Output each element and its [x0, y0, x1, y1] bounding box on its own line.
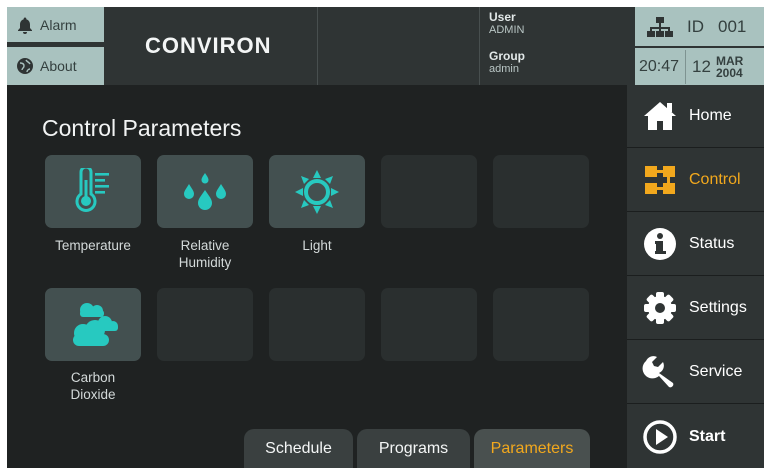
nav-home[interactable]: Home: [627, 85, 764, 148]
logo-text: CONVIRON: [145, 33, 272, 58]
tab-parameters[interactable]: Parameters: [474, 429, 590, 468]
nav-home-label: Home: [689, 107, 732, 124]
empty-tile: [381, 288, 477, 361]
relative-humidity-tile[interactable]: [157, 155, 253, 228]
nav-settings[interactable]: Settings: [627, 277, 764, 340]
nav-control-label: Control: [689, 171, 741, 188]
about-label: About: [40, 58, 77, 74]
gear-icon: [641, 289, 679, 327]
app-frame: Alarm About CONVIRON User ADMIN Group ad…: [7, 7, 764, 468]
light-label: Light: [302, 238, 332, 253]
light-tile[interactable]: [269, 155, 365, 228]
empty-tile: [381, 155, 477, 228]
thermometer-icon: [75, 167, 109, 212]
id-value: 001: [718, 16, 747, 36]
nav-start[interactable]: Start: [627, 405, 764, 468]
alarm-label: Alarm: [40, 16, 77, 33]
date-month: MAR: [715, 53, 744, 68]
carbon-dioxide-label: Carbon Dioxide: [70, 370, 116, 402]
empty-tile: [493, 155, 589, 228]
tab-schedule[interactable]: Schedule: [244, 429, 353, 468]
sun-icon: [295, 169, 339, 214]
temperature-label: Temperature: [55, 238, 131, 253]
group-value: admin: [489, 63, 519, 75]
control-icon: [641, 161, 679, 199]
globe-icon: [15, 56, 35, 76]
group-info: Group admin: [489, 49, 626, 75]
empty-tile: [493, 288, 589, 361]
id-box: ID 001: [635, 7, 764, 46]
clouds-icon: [73, 302, 118, 346]
about-button[interactable]: About: [7, 47, 104, 85]
side-navigation: Home Control Status Settings Service Sta…: [627, 85, 764, 468]
nav-service[interactable]: Service: [627, 341, 764, 404]
nav-service-label: Service: [689, 363, 743, 380]
relative-humidity-label: Relative Humidity: [178, 238, 232, 270]
nav-status[interactable]: Status: [627, 213, 764, 276]
water-drops-icon: [184, 172, 226, 210]
play-icon: [641, 418, 679, 456]
header-divider: [479, 7, 480, 85]
network-icon: [647, 16, 673, 38]
datetime-box: 20:47 12 MAR 2004: [635, 48, 764, 85]
nav-control[interactable]: Control: [627, 149, 764, 212]
clock-time: 20:47: [639, 57, 680, 75]
user-value: ADMIN: [489, 24, 525, 36]
date-day: 12: [692, 56, 711, 76]
header-bar: Alarm About CONVIRON User ADMIN Group ad…: [7, 7, 764, 85]
user-key: User: [489, 10, 516, 24]
tab-programs[interactable]: Programs: [357, 429, 470, 468]
conviron-logo: CONVIRON: [107, 7, 318, 85]
wrench-icon: [641, 353, 679, 391]
user-info: User ADMIN: [489, 10, 626, 36]
group-key: Group: [489, 49, 525, 63]
page-title: Control Parameters: [42, 115, 242, 141]
nav-start-label: Start: [689, 427, 726, 445]
date-year: 2004: [715, 65, 743, 80]
home-icon: [641, 97, 679, 135]
carbon-dioxide-tile[interactable]: [45, 288, 141, 361]
temperature-tile[interactable]: [45, 155, 141, 228]
info-icon: [641, 225, 679, 263]
nav-status-label: Status: [689, 235, 735, 252]
empty-tile: [157, 288, 253, 361]
date-divider: [685, 49, 687, 84]
id-label: ID: [687, 16, 704, 36]
nav-settings-label: Settings: [689, 299, 747, 316]
bell-icon: [15, 15, 35, 35]
alarm-button[interactable]: Alarm: [7, 7, 104, 42]
empty-tile: [269, 288, 365, 361]
